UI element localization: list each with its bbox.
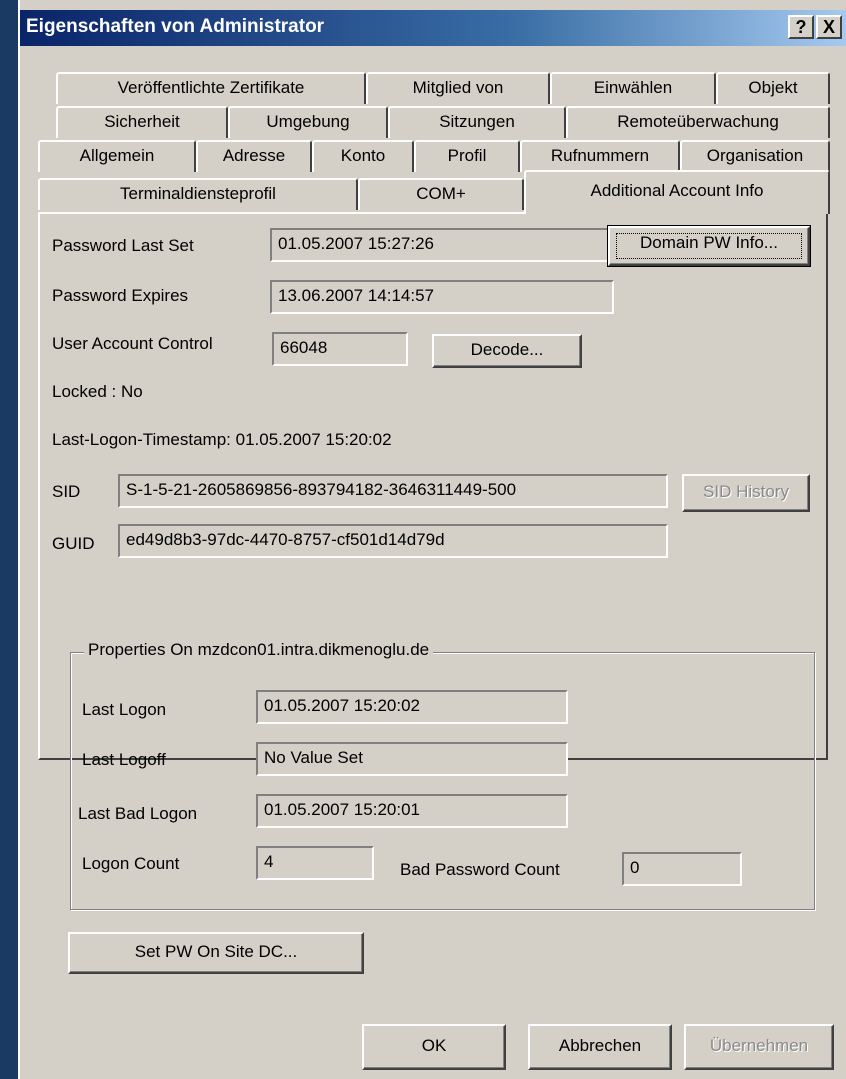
ok-button[interactable]: OK [362, 1024, 506, 1070]
tab-com-plus[interactable]: COM+ [358, 178, 524, 210]
tab-organization[interactable]: Organisation [680, 140, 830, 172]
title-bar[interactable]: Eigenschaften von Administrator ? X [20, 10, 846, 46]
last-logoff-field[interactable]: No Value Set [256, 742, 568, 776]
set-pw-on-site-dc-button[interactable]: Set PW On Site DC... [68, 932, 364, 974]
password-expires-label: Password Expires [52, 286, 189, 305]
tab-phone-numbers[interactable]: Rufnummern [520, 140, 680, 172]
sid-field[interactable]: S-1-5-21-2605869856-893794182-3646311449… [118, 474, 668, 508]
domain-pw-info-button[interactable]: Domain PW Info... [607, 225, 811, 267]
focus-rect [616, 233, 802, 259]
logon-count-label: Logon Count [82, 854, 180, 873]
last-logoff-label: Last Logoff [82, 750, 166, 769]
locked-status: Locked : No [52, 382, 143, 401]
sid-label: SID [52, 482, 81, 501]
bad-password-count-label: Bad Password Count [400, 860, 560, 879]
tab-environment[interactable]: Umgebung [228, 106, 388, 138]
help-button[interactable]: ? [788, 15, 814, 39]
tab-general[interactable]: Allgemein [38, 140, 196, 172]
guid-field[interactable]: ed49d8b3-97dc-4470-8757-cf501d14d79d [118, 524, 668, 558]
tab-object[interactable]: Objekt [716, 72, 830, 104]
close-button[interactable]: X [816, 15, 842, 39]
bad-password-count-field[interactable]: 0 [622, 852, 742, 886]
tab-published-certificates[interactable]: Veröffentlichte Zertifikate [56, 72, 366, 104]
last-bad-logon-field[interactable]: 01.05.2007 15:20:01 [256, 794, 568, 828]
window-title: Eigenschaften von Administrator [26, 16, 325, 37]
tab-address[interactable]: Adresse [196, 140, 312, 172]
uac-label: User Account Control [52, 334, 213, 353]
password-expires-field[interactable]: 13.06.2007 14:14:57 [270, 280, 614, 314]
cancel-button[interactable]: Abbrechen [528, 1024, 672, 1070]
last-logon-field[interactable]: 01.05.2007 15:20:02 [256, 690, 568, 724]
decode-button[interactable]: Decode... [432, 334, 582, 368]
logon-count-field[interactable]: 4 [256, 846, 374, 880]
guid-label: GUID [52, 534, 95, 553]
password-last-set-field[interactable]: 01.05.2007 15:27:26 [270, 228, 614, 262]
last-logon-timestamp: Last-Logon-Timestamp: 01.05.2007 15:20:0… [52, 430, 392, 449]
password-last-set-label: Password Last Set [52, 236, 194, 255]
tab-dial-in[interactable]: Einwählen [550, 72, 716, 104]
last-bad-logon-label: Last Bad Logon [78, 804, 198, 823]
sid-history-button[interactable]: SID History [682, 474, 810, 512]
properties-group-title: Properties On mzdcon01.intra.dikmenoglu.… [84, 640, 434, 660]
uac-field[interactable]: 66048 [272, 332, 408, 366]
tab-account[interactable]: Konto [312, 140, 414, 172]
tab-member-of[interactable]: Mitglied von [366, 72, 550, 104]
tab-terminal-services-profile[interactable]: Terminaldiensteprofil [38, 178, 358, 210]
tab-security[interactable]: Sicherheit [56, 106, 228, 138]
tab-profile[interactable]: Profil [414, 140, 520, 172]
tab-remote-control[interactable]: Remoteüberwachung [566, 106, 830, 138]
tab-sessions[interactable]: Sitzungen [388, 106, 566, 138]
properties-dialog: Eigenschaften von Administrator ? X Verö… [18, 0, 846, 1079]
last-logon-label: Last Logon [82, 700, 167, 719]
tab-additional-account-info[interactable]: Additional Account Info [524, 170, 830, 214]
apply-button[interactable]: Übernehmen [684, 1024, 834, 1070]
